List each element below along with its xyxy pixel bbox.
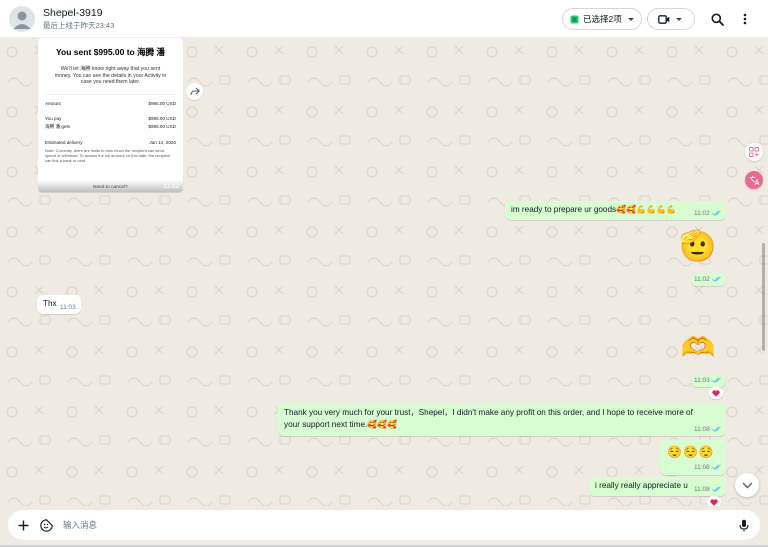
- search-button[interactable]: [708, 10, 726, 28]
- message-time: 11:02: [694, 210, 723, 217]
- scrollbar-thumb[interactable]: [762, 243, 765, 351]
- heart-icon: [710, 498, 718, 506]
- message-bubble-outgoing[interactable]: i really really appreciate u 11:08: [589, 477, 726, 496]
- selection-icon: [570, 14, 579, 24]
- plus-icon: [18, 520, 28, 530]
- composer-bar: [8, 510, 760, 540]
- heart-icon: [712, 389, 720, 397]
- receipt-subtitle: We'll let 海腾 know right away that you se…: [54, 66, 167, 85]
- message-text: Thx: [43, 299, 57, 308]
- avatar[interactable]: [9, 6, 35, 32]
- voice-message-button[interactable]: [737, 518, 751, 532]
- sticker-time-badge: 11:03: [691, 375, 726, 387]
- receipt-amount-label: Amount: [45, 101, 61, 106]
- receipt-note: Note: Currently, there are limits to how…: [45, 148, 171, 163]
- message-time: 11:03: [60, 304, 76, 311]
- message-bubble-outgoing[interactable]: Thank you very much for your trust，Shepe…: [278, 404, 726, 436]
- forward-icon: [189, 87, 200, 96]
- message-bubble-incoming[interactable]: Thx 11:03: [37, 295, 81, 314]
- reaction-badge[interactable]: [709, 387, 723, 399]
- side-action-button[interactable]: [745, 143, 763, 161]
- message-text-line2: your support next time.🥰🥰🥰: [284, 420, 398, 429]
- translate-icon: [749, 175, 759, 185]
- receipt-delivery-value: Jan 14, 2026: [149, 140, 176, 145]
- menu-icon: [743, 13, 747, 25]
- video-call-button[interactable]: [647, 8, 695, 30]
- message-text: im ready to prepare ur goods🥰🥰💪💪💪💪: [511, 205, 676, 214]
- receipt-amount-value: $995.00 USD: [148, 101, 176, 106]
- sticker-icon: [39, 518, 53, 532]
- message-text: i really really appreciate u: [595, 481, 688, 490]
- message-time: 11:02: [163, 183, 179, 190]
- receipt-amount-row: Amount $995.00 USD: [45, 101, 176, 106]
- double-check-icon: [711, 210, 721, 217]
- receipt-recipient-label: 海腾 潘 gets: [45, 124, 71, 129]
- message-time: 11:03: [694, 377, 723, 384]
- receipt-title: You sent $995.00 to 海腾 潘: [56, 47, 165, 57]
- selection-dropdown[interactable]: 已选择2项: [562, 8, 642, 30]
- message-time: 11:02: [694, 276, 723, 283]
- message-time: 11:08: [694, 464, 723, 471]
- double-check-icon: [711, 464, 721, 471]
- message-time: 11:08: [694, 426, 723, 433]
- message-composer: [0, 506, 768, 547]
- chevron-down-icon: [627, 17, 634, 21]
- scroll-to-bottom-button[interactable]: [735, 473, 759, 497]
- receipt-delivery-row: Estimated delivery Jan 14, 2026: [45, 140, 176, 145]
- emoji: 🥰🥰🥰: [367, 420, 398, 429]
- avatar-icon: [13, 11, 31, 29]
- sticker-time-badge: 11:02: [691, 274, 726, 286]
- payment-receipt-image[interactable]: You sent $995.00 to 海腾 潘 We'll let 海腾 kn…: [38, 38, 183, 192]
- forward-button[interactable]: [186, 83, 203, 100]
- receipt-delivery-label: Estimated delivery: [45, 140, 83, 145]
- message-input[interactable]: [63, 510, 683, 540]
- selected-count-label: 已选择2项: [583, 14, 622, 24]
- receipt-you-pay-label: You pay: [45, 116, 62, 121]
- message-bubble-outgoing[interactable]: im ready to prepare ur goods🥰🥰💪💪💪💪 11:02: [505, 201, 726, 220]
- emoji: 🥰🥰💪💪💪💪: [616, 205, 676, 214]
- chevron-down-icon: [676, 17, 682, 21]
- receipt-cancel-link: Need to cancel?: [93, 185, 128, 190]
- contact-name[interactable]: Shepel-3919: [43, 7, 103, 19]
- double-check-icon: [711, 486, 721, 493]
- receipt-recipient-row: 海腾 潘 gets $995.00 USD: [45, 124, 176, 130]
- receipt-you-pay-value: $995.00 USD: [148, 116, 176, 121]
- double-check-icon: [711, 377, 721, 384]
- double-check-icon: [711, 276, 721, 283]
- attach-button[interactable]: [16, 518, 30, 532]
- chat-header: Shepel-3919 最后上线于昨天23:43 已选择2项: [0, 0, 768, 38]
- translate-button[interactable]: [745, 171, 763, 189]
- message-text-line1: Thank you very much for your trust，Shepe…: [284, 408, 693, 417]
- emoji-sticker-message[interactable]: 🫶: [678, 330, 718, 366]
- message-time: 11:08: [694, 486, 723, 493]
- message-emoji-text: 😌😌😌: [667, 445, 715, 459]
- menu-button[interactable]: [736, 10, 754, 28]
- video-call-icon: [658, 14, 670, 24]
- search-icon: [711, 13, 724, 26]
- grid-icon: [749, 147, 759, 157]
- chevron-down-icon: [742, 482, 752, 488]
- last-seen-status: 最后上线于昨天23:43: [43, 21, 115, 30]
- message-bubble-outgoing[interactable]: 😌😌😌 11:08: [660, 440, 726, 475]
- microphone-icon: [739, 519, 749, 531]
- receipt-you-pay-row: You pay $995.00 USD: [45, 116, 176, 121]
- double-check-icon: [711, 426, 721, 433]
- receipt-recipient-value: $995.00 USD: [148, 124, 176, 129]
- emoji-sticker-message[interactable]: 🫡: [678, 228, 718, 266]
- sticker-button[interactable]: [39, 518, 53, 532]
